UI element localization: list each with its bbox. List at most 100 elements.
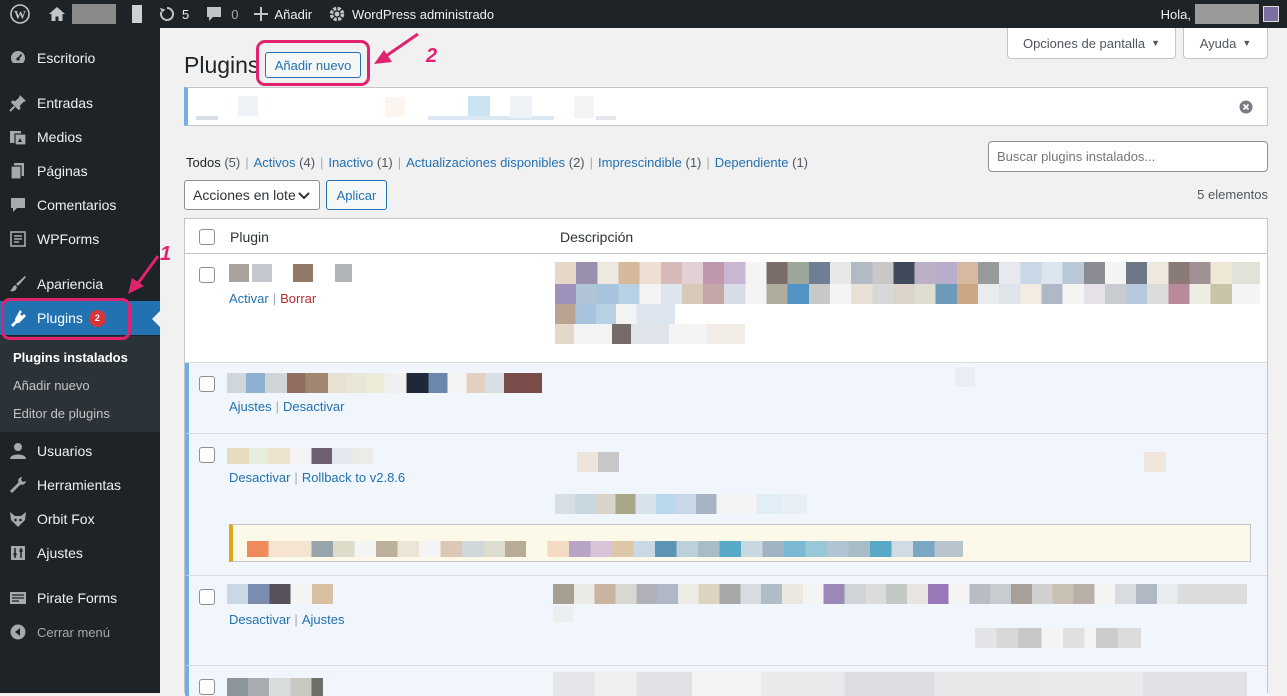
updates-icon bbox=[160, 6, 174, 21]
apply-button[interactable]: Aplicar bbox=[326, 180, 387, 210]
submenu-installed-plugins[interactable]: Plugins instalados bbox=[13, 350, 128, 365]
column-plugin-header[interactable]: Plugin bbox=[230, 229, 269, 245]
redacted-block bbox=[252, 264, 272, 282]
pages-icon bbox=[0, 162, 36, 180]
redacted-block bbox=[596, 116, 616, 120]
filter-active[interactable]: Activos bbox=[254, 155, 296, 170]
column-description-header[interactable]: Descripción bbox=[560, 229, 633, 245]
comments-item[interactable]: 0 bbox=[197, 0, 246, 28]
updates-item[interactable]: 5 bbox=[150, 0, 197, 28]
plugins-table: Plugin Descripción Activar | Borrar Ajuste… bbox=[184, 218, 1268, 696]
screen-options-button[interactable]: Opciones de pantalla ▼ bbox=[1007, 28, 1176, 59]
site-name-redacted bbox=[72, 4, 116, 24]
separator: | bbox=[272, 291, 277, 306]
redacted-block bbox=[428, 116, 554, 120]
redacted-plugin-name bbox=[227, 448, 373, 464]
customize-item[interactable] bbox=[124, 0, 150, 28]
sidebar-item-comentarios[interactable]: Comentarios bbox=[0, 188, 160, 222]
separator: | bbox=[245, 155, 249, 170]
new-content-item[interactable]: Añadir bbox=[246, 0, 320, 28]
admin-sidebar: Escritorio Entradas Medios Páginas Comen… bbox=[0, 28, 160, 693]
customize-icon bbox=[132, 5, 142, 23]
items-count: 5 elementos bbox=[1197, 187, 1268, 202]
sidebar-collapse[interactable]: Cerrar menú bbox=[0, 615, 160, 649]
filter-mustuse-count: (1) bbox=[685, 155, 702, 170]
dismiss-icon[interactable] bbox=[1239, 100, 1253, 114]
wordpress-logo-icon[interactable]: W bbox=[0, 0, 40, 28]
settings-link[interactable]: Ajustes bbox=[229, 399, 272, 414]
my-account[interactable]: Hola, bbox=[1161, 0, 1279, 28]
help-button[interactable]: Ayuda ▼ bbox=[1183, 28, 1268, 59]
update-available-notice bbox=[229, 524, 1251, 562]
sidebar-item-label: Usuarios bbox=[37, 443, 93, 459]
filter-dropins-count: (1) bbox=[792, 155, 809, 170]
deactivate-link[interactable]: Desactivar bbox=[229, 612, 290, 627]
deactivate-link[interactable]: Desactivar bbox=[283, 399, 344, 414]
filter-inactive[interactable]: Inactivo bbox=[328, 155, 373, 170]
filter-mustuse[interactable]: Imprescindible bbox=[598, 155, 682, 170]
filter-updates[interactable]: Actualizaciones disponibles bbox=[406, 155, 565, 170]
admin-bar: W 5 0 Añadir WordPress administrado Hola… bbox=[0, 0, 1287, 28]
separator: | bbox=[275, 399, 280, 414]
separator: | bbox=[294, 612, 298, 627]
redacted-block bbox=[293, 264, 313, 282]
managed-item[interactable]: WordPress administrado bbox=[320, 0, 502, 28]
filter-all[interactable]: Todos bbox=[186, 155, 221, 170]
redacted-plugin-name bbox=[229, 264, 249, 282]
username-redacted bbox=[1195, 4, 1259, 24]
sidebar-item-escritorio[interactable]: Escritorio bbox=[0, 41, 160, 75]
sidebar-item-medios[interactable]: Medios bbox=[0, 120, 160, 154]
sidebar-item-herramientas[interactable]: Herramientas bbox=[0, 468, 160, 502]
site-home[interactable] bbox=[40, 0, 124, 28]
triangle-down-icon: ▼ bbox=[1151, 38, 1161, 48]
sidebar-item-label: Cerrar menú bbox=[37, 624, 110, 640]
svg-text:W: W bbox=[14, 8, 26, 22]
redacted-block bbox=[574, 96, 594, 118]
managed-label: WordPress administrado bbox=[352, 6, 495, 22]
filter-dropins[interactable]: Dependiente bbox=[715, 155, 789, 170]
plugins-submenu: Plugins instalados Añadir nuevo Editor d… bbox=[0, 336, 160, 432]
media-icon bbox=[0, 128, 36, 146]
select-all-checkbox[interactable] bbox=[199, 229, 215, 245]
row-checkbox[interactable] bbox=[199, 267, 215, 283]
dashboard-icon bbox=[0, 49, 36, 67]
sidebar-item-ajustes[interactable]: Ajustes bbox=[0, 536, 160, 570]
triangle-down-icon: ▼ bbox=[1242, 38, 1252, 48]
row-actions: Ajustes | Desactivar bbox=[229, 399, 344, 414]
sidebar-item-label: Herramientas bbox=[37, 477, 122, 493]
row-checkbox[interactable] bbox=[199, 447, 215, 463]
filter-active-count: (4) bbox=[299, 155, 316, 170]
rollback-link[interactable]: Rollback to v2.8.6 bbox=[302, 470, 405, 485]
redacted-update-message bbox=[247, 541, 963, 557]
redacted-plugin-name bbox=[227, 678, 323, 696]
sidebar-item-pirate-forms[interactable]: Pirate Forms bbox=[0, 581, 160, 615]
activate-link[interactable]: Activar bbox=[229, 291, 269, 306]
bulk-actions-select[interactable]: Acciones en lote bbox=[184, 180, 320, 210]
comment-bubble-icon bbox=[207, 7, 222, 21]
sidebar-item-paginas[interactable]: Páginas bbox=[0, 154, 160, 188]
annotation-number-1: 1 bbox=[160, 243, 172, 265]
redacted-plugin-name bbox=[227, 373, 542, 393]
redacted-block bbox=[510, 96, 532, 118]
redacted-notice-content bbox=[196, 116, 218, 120]
deactivate-link[interactable]: Desactivar bbox=[229, 470, 290, 485]
separator: | bbox=[320, 155, 324, 170]
delete-link[interactable]: Borrar bbox=[280, 291, 316, 306]
sidebar-item-wpforms[interactable]: WPForms bbox=[0, 222, 160, 256]
row-checkbox[interactable] bbox=[199, 376, 215, 392]
sidebar-item-label: Páginas bbox=[37, 163, 88, 179]
submenu-add-new[interactable]: Añadir nuevo bbox=[13, 378, 90, 393]
separator: | bbox=[706, 155, 710, 170]
settings-link[interactable]: Ajustes bbox=[302, 612, 345, 627]
sidebar-item-orbit-fox[interactable]: Orbit Fox bbox=[0, 502, 160, 536]
avatar bbox=[1263, 6, 1279, 22]
pirate-forms-icon bbox=[0, 589, 36, 607]
row-checkbox[interactable] bbox=[199, 589, 215, 605]
new-content-label: Añadir bbox=[274, 6, 313, 22]
redacted-block bbox=[955, 367, 975, 387]
plugin-search-input[interactable] bbox=[988, 141, 1268, 172]
sidebar-item-label: Entradas bbox=[37, 95, 94, 111]
sidebar-item-usuarios[interactable]: Usuarios bbox=[0, 434, 160, 468]
submenu-plugin-editor[interactable]: Editor de plugins bbox=[13, 406, 110, 421]
sidebar-item-entradas[interactable]: Entradas bbox=[0, 86, 160, 120]
